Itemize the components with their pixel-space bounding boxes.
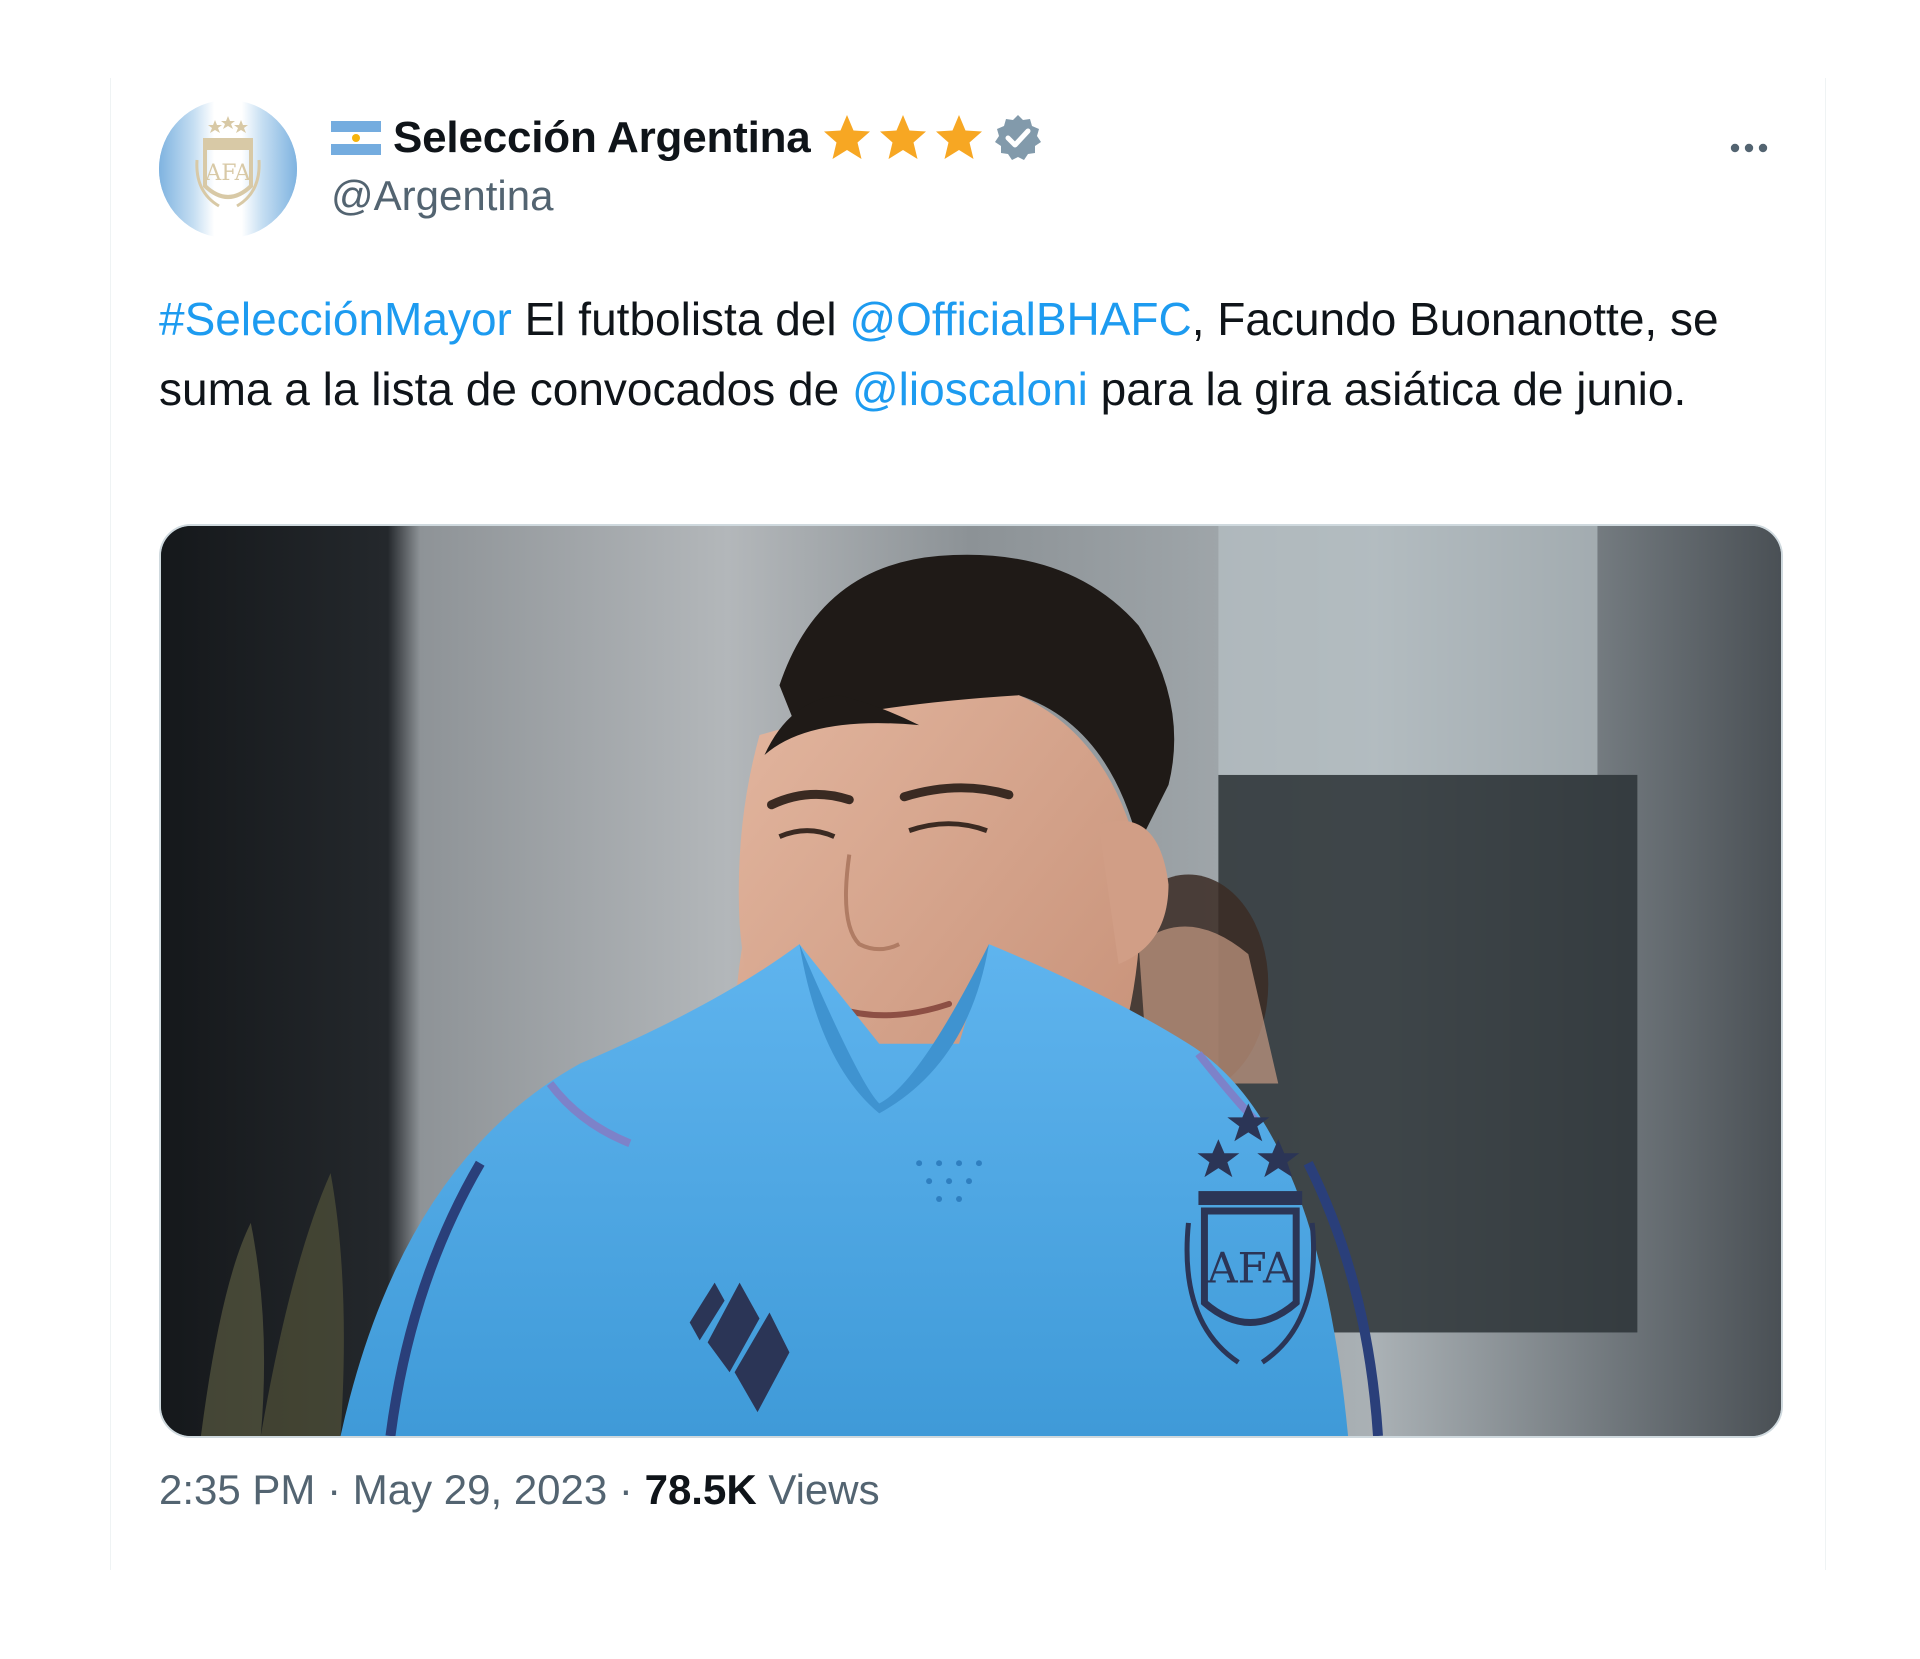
hashtag-link[interactable]: #SelecciónMayor: [159, 293, 512, 345]
tweet-media-image[interactable]: AFA: [159, 524, 1783, 1438]
name-line: Selección Argentina: [331, 110, 1043, 166]
more-options-button[interactable]: [1721, 120, 1777, 176]
player-photo: AFA: [161, 526, 1781, 1436]
tweet-time: 2:35 PM: [159, 1466, 316, 1513]
user-handle[interactable]: @Argentina: [331, 172, 553, 220]
avatar[interactable]: AFA: [159, 100, 297, 238]
tweet-text: #SelecciónMayor El futbolista del @Offic…: [159, 284, 1779, 424]
star-icon: [821, 112, 873, 164]
separator: ·: [315, 1466, 353, 1513]
svg-text:AFA: AFA: [204, 161, 251, 186]
mention-link[interactable]: @lioscaloni: [852, 363, 1088, 415]
display-name[interactable]: Selección Argentina: [393, 113, 811, 163]
mention-link[interactable]: @OfficialBHAFC: [849, 293, 1191, 345]
more-icon: [1730, 143, 1768, 153]
views-count[interactable]: 78.5K: [645, 1466, 757, 1513]
tweet-card: AFA Selección Argentina @Argentina #Sele…: [110, 78, 1826, 1570]
argentina-flag-icon: [331, 121, 381, 155]
verified-badge-icon[interactable]: [993, 113, 1043, 163]
svg-text:AFA: AFA: [1206, 1244, 1294, 1293]
tweet-text-part: El futbolista del: [511, 293, 850, 345]
tweet-meta: 2:35 PM · May 29, 2023 · 78.5K Views: [159, 1466, 880, 1514]
separator: ·: [607, 1466, 645, 1513]
views-label: Views: [756, 1466, 880, 1513]
tweet-header: AFA Selección Argentina @Argentina: [159, 100, 1777, 240]
tweet-timestamp-link[interactable]: 2:35 PM · May 29, 2023: [159, 1466, 607, 1513]
star-icon: [877, 112, 929, 164]
tweet-text-part: para la gira asiática de junio.: [1087, 363, 1687, 415]
badge-group: [821, 112, 1043, 164]
tweet-date: May 29, 2023: [352, 1466, 608, 1513]
afa-crest-icon: AFA: [159, 100, 297, 238]
star-icon: [933, 112, 985, 164]
